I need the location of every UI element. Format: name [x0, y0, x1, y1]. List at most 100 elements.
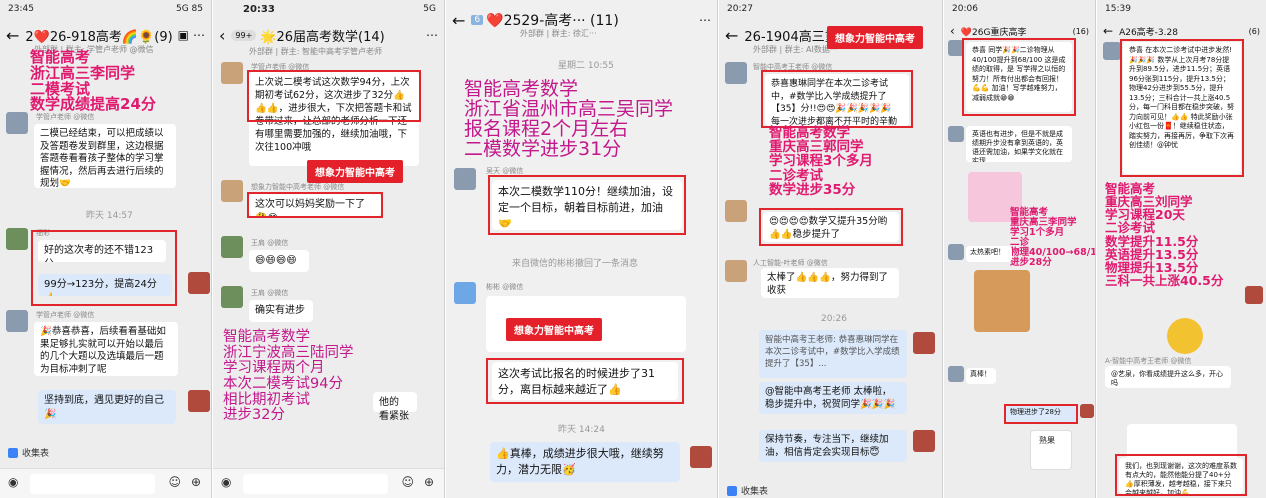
- chat-title: 2❤️26-918高考🌈🌻(9): [25, 29, 173, 45]
- avatar[interactable]: [1245, 286, 1263, 304]
- back-arrow-icon[interactable]: ‹: [950, 24, 955, 38]
- status-bar: 23:45 5G 85: [0, 0, 211, 22]
- folder-icon: [8, 447, 18, 458]
- avatar[interactable]: [188, 390, 210, 412]
- message-bubble[interactable]: 看紧张: [373, 406, 417, 424]
- promo-overlay: 智能高考 浙江高三李同学 二模考试 数学成绩提高24分: [30, 48, 156, 114]
- more-icon[interactable]: ⋯: [699, 13, 711, 27]
- message-bubble[interactable]: 😄😄😄😄: [249, 250, 309, 272]
- message-bubble[interactable]: 太棒了👍👍👍，努力得到了收获: [761, 268, 899, 298]
- message-bubble[interactable]: 确实有进步: [249, 300, 313, 322]
- timestamp: 20:26: [821, 314, 847, 324]
- avatar[interactable]: [725, 62, 747, 84]
- plus-icon[interactable]: ⊕: [424, 475, 434, 489]
- avatar[interactable]: [1103, 42, 1121, 60]
- message-bubble[interactable]: 二模已经结束，可以把成绩以及答题卷发到群里，这边根据答题卷看看孩子整体的学习掌握…: [34, 124, 176, 188]
- avatar[interactable]: [188, 272, 210, 294]
- chat-panel-4: 20:27 ← 26-1904高三重 外部群 | 群主: AI数据··· 想象力…: [719, 0, 943, 498]
- avatar[interactable]: [913, 430, 935, 452]
- message-bubble[interactable]: 恭喜 同学🎉🎉二诊物理从40/100提升到68/100 这是成绩的取得，是 写学…: [966, 42, 1072, 112]
- chat-title: ❤️2529-高考··· (11): [486, 13, 619, 29]
- avatar[interactable]: [948, 126, 964, 142]
- message-bubble[interactable]: 好的这次考的还不错123分: [38, 240, 166, 262]
- message-input[interactable]: [30, 474, 155, 494]
- avatar[interactable]: [913, 332, 935, 354]
- message-bubble[interactable]: 物理进步了28分: [1006, 406, 1076, 422]
- voice-icon[interactable]: ◉: [221, 475, 231, 489]
- avatar[interactable]: [948, 244, 964, 260]
- message-bubble[interactable]: 🎉恭喜恭喜，后续看看基础如果足够扎实就可以开始以最后的几个大题以及选填最后一题为…: [34, 322, 178, 376]
- emoji-icon[interactable]: ☺: [168, 475, 181, 489]
- message-bubble[interactable]: 👍真棒，成绩进步很大哦，继续努力，潜力无限🥳: [490, 442, 680, 482]
- status-bar: 15:39: [1097, 0, 1266, 22]
- plus-icon[interactable]: ⊕: [191, 475, 201, 489]
- avatar[interactable]: [1080, 404, 1094, 418]
- back-arrow-icon[interactable]: ←: [452, 11, 465, 30]
- status-signal: 5G: [423, 4, 436, 14]
- message-input[interactable]: [243, 474, 388, 494]
- message-bubble[interactable]: 这次可以妈妈奖励一下了🤔😊: [249, 194, 381, 216]
- message-bubble[interactable]: 这次考试比报名的时候进步了31分，离目标越来越近了👍: [492, 362, 678, 400]
- back-arrow-icon[interactable]: ←: [1103, 24, 1113, 38]
- message-bubble[interactable]: 恭喜惠琳同学在本次二诊考试中，#数学比入学成绩提升了【35】分!!😍😍🎉🎉🎉🎉🎉…: [765, 74, 909, 126]
- status-time: 20:33: [243, 4, 275, 15]
- status-time: 20:06: [952, 4, 978, 14]
- avatar[interactable]: [725, 200, 747, 222]
- message-bubble[interactable]: @艺泉，你看成绩提升这么多，开心吗: [1105, 366, 1231, 388]
- chat-subtitle: 外部群 | 群主: AI数据···: [753, 45, 838, 54]
- favorites-entry[interactable]: 收集表: [727, 484, 768, 497]
- message-bubble[interactable]: 恭喜 在本次二诊考试中进步发然! 🎉🎉🎉 数学从上次月考78分提升到89.5分，…: [1123, 42, 1241, 174]
- sender-name: 王肩 @微信: [251, 239, 289, 247]
- avatar[interactable]: [6, 228, 28, 250]
- more-icon[interactable]: ⋯: [426, 28, 438, 42]
- message-bubble[interactable]: 太热素吧！: [966, 246, 1012, 262]
- meme-sticker: 熟果: [1030, 430, 1072, 470]
- brand-logo: 想象力智能中高考: [506, 318, 602, 341]
- avatar[interactable]: [948, 366, 964, 382]
- back-arrow-icon[interactable]: ‹: [219, 26, 225, 45]
- message-bubble[interactable]: 坚持到底，遇见更好的自己🎉: [38, 390, 176, 424]
- video-call-icon[interactable]: ▣: [178, 28, 189, 42]
- sender-name: 学管卢老师 @微信: [36, 113, 95, 121]
- avatar[interactable]: [6, 310, 28, 332]
- avatar[interactable]: [6, 112, 28, 134]
- back-arrow-icon[interactable]: ←: [725, 26, 738, 45]
- avatar[interactable]: [690, 446, 712, 468]
- avatar[interactable]: [948, 40, 964, 56]
- chat-panel-5: 20:06 ‹ ❤️26G重庆高李 (16) 恭喜 同学🎉🎉二诊物理从40/10…: [944, 0, 1096, 498]
- quote-bubble[interactable]: 智能中高考王老师: 恭喜惠琳同学在本次二诊考试中，#数学比入学成绩提升了【35】…: [759, 330, 907, 378]
- input-bar: ◉ ☺ ⊕: [213, 468, 444, 498]
- sender-name: 想象力智能中高考老师 @微信: [251, 183, 345, 191]
- back-arrow-icon[interactable]: ←: [6, 26, 19, 45]
- promo-overlay: 智能高考数学 重庆高三郭同学 学习课程3个多月 二诊考试 数学进步35分: [769, 125, 873, 198]
- message-bubble[interactable]: 😍😍😍😍数学又提升35分哟👍👍稳步提升了: [763, 212, 899, 242]
- avatar[interactable]: [221, 286, 243, 308]
- message-bubble[interactable]: 真棒！: [966, 368, 996, 384]
- status-bar: 20:27: [719, 0, 942, 22]
- message-bubble[interactable]: 英语也有进步，但是不就是成绩期升步没有拿到英语的，英语还需加油，如果学文化就在实…: [966, 126, 1072, 162]
- voice-icon[interactable]: ◉: [8, 475, 18, 489]
- message-bubble[interactable]: 99分→123分，提高24分👍: [38, 274, 172, 296]
- message-bubble[interactable]: 我们，也到现谢谢，这次的难度系数有点大的，能然他能分提了40+分👍厚积薄发，越考…: [1119, 458, 1243, 494]
- avatar[interactable]: [221, 62, 243, 84]
- promo-overlay: 智能高考 重庆高三刘同学 学习课程20天 二诊考试 数学提升11.5分 英语提升13.5…: [1105, 181, 1224, 288]
- chat-panel-3: ← 6 ❤️2529-高考··· (11) ⋯ 外部群 | 群主: 徐汇··· …: [446, 0, 718, 498]
- message-bubble[interactable]: @智能中高考王老师 太棒啦，稳步提升中，祝贺同学🎉🎉🎉: [759, 382, 907, 414]
- message-bubble[interactable]: 本次二模数学110分！继续加油，设定一个目标，朝着目标前进，加油🤝: [492, 180, 682, 230]
- input-bar: ◉ ☺ ⊕: [0, 468, 211, 498]
- avatar[interactable]: [725, 260, 747, 282]
- sender-name: 学管卢老师 @微信: [251, 63, 310, 71]
- status-time: 15:39: [1105, 4, 1131, 14]
- avatar[interactable]: [454, 282, 476, 304]
- dog-sticker: [974, 270, 1030, 332]
- avatar[interactable]: [221, 180, 243, 202]
- avatar[interactable]: [221, 236, 243, 258]
- chat-panel-1: 23:45 5G 85 ← 2❤️26-918高考🌈🌻(9) ▣ ⋯ 外部群 | …: [0, 0, 212, 498]
- avatar[interactable]: [454, 168, 476, 190]
- favorites-entry[interactable]: 收集表: [8, 446, 49, 459]
- message-bubble[interactable]: 上次说二模考试这次数学94分，上次期初考试62分，这次进步了32分👍👍👍，进步很…: [249, 72, 419, 166]
- chat-title: A26高考-3.28: [1119, 27, 1178, 38]
- message-bubble[interactable]: 保持节奏，专注当下，继续加油，相信肯定会实现目标😇: [759, 430, 907, 462]
- emoji-icon[interactable]: ☺: [401, 475, 414, 489]
- more-icon[interactable]: ⋯: [193, 28, 205, 42]
